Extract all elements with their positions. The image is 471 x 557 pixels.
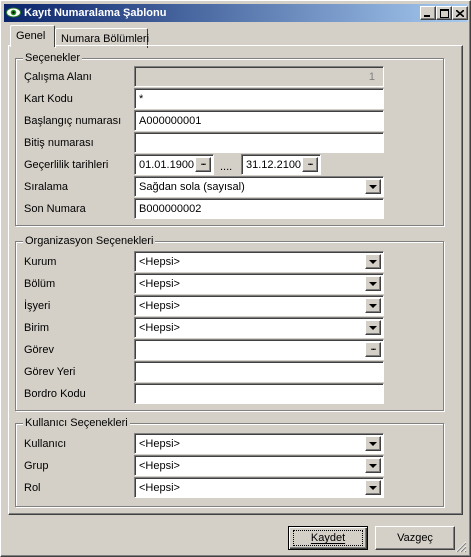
end-date-value: 31.12.2100 [246,159,302,171]
gorev-input[interactable]: ... [134,339,384,360]
birim-select[interactable]: <Hepsi> [134,317,384,338]
chevron-down-icon [369,441,377,446]
resize-grip-icon[interactable] [455,541,467,553]
kullanici-group-title: Kullanıcı Seçenekleri [23,417,130,429]
end-date-picker-button[interactable]: ... [302,157,318,172]
chevron-down-icon [369,259,377,264]
ellipsis-icon: ... [200,157,206,167]
son-numara-input[interactable]: B000000002 [134,198,384,219]
maximize-button[interactable] [436,6,452,20]
calisma-alani-value: 1 [368,71,375,83]
tab-numara-bolumleri-label: Numara Bölümleri [61,33,150,45]
grup-dropdown-button[interactable] [365,458,381,473]
ellipsis-icon: ... [370,342,376,352]
isyeri-dropdown-button[interactable] [365,298,381,313]
start-date-picker-button[interactable]: ... [195,157,211,172]
chevron-down-icon [369,463,377,468]
bolum-value: <Hepsi> [139,278,180,290]
kurum-label: Kurum [24,256,57,268]
birim-value: <Hepsi> [139,322,180,334]
title-bar[interactable]: Kayıt Numaralama Şablonu [4,4,468,22]
gecerlilik-tarihleri-label: Geçerlilik tarihleri [24,159,109,171]
kurum-dropdown-button[interactable] [365,254,381,269]
bolum-label: Bölüm [24,278,56,290]
tab-genel[interactable]: Genel [10,25,55,47]
secenekler-group-title: Seçenekler [23,52,83,64]
eye-icon [6,7,21,18]
kullanici-select[interactable]: <Hepsi> [134,433,384,454]
birim-label: Birim [24,322,50,334]
kurum-value: <Hepsi> [139,256,180,268]
close-button[interactable] [452,6,468,20]
bolum-select[interactable]: <Hepsi> [134,273,384,294]
siralama-dropdown-button[interactable] [365,179,381,194]
siralama-select[interactable]: Sağdan sola (sayısal) [134,176,384,197]
grup-label: Grup [24,460,49,472]
siralama-label: Sıralama [24,181,69,193]
bolum-dropdown-button[interactable] [365,276,381,291]
chevron-down-icon [369,303,377,308]
baslangic-numarasi-label: Başlangıç numarası [24,115,122,127]
gorev-yeri-label: Görev Yeri [24,366,76,378]
minimize-icon [424,14,430,17]
baslangic-numarasi-value: A000000001 [139,115,202,127]
baslangic-numarasi-input[interactable]: A000000001 [134,110,384,131]
isyeri-label: İşyeri [24,300,51,312]
organizasyon-group-title: Organizasyon Seçenekleri [23,235,156,247]
bitis-numarasi-label: Bitiş numarası [24,137,94,149]
save-button[interactable]: Kaydet [288,526,368,550]
tab-genel-label: Genel [16,30,46,42]
grup-value: <Hepsi> [139,460,180,472]
focus-rect [293,530,363,546]
grup-select[interactable]: <Hepsi> [134,455,384,476]
gorev-label: Görev [24,344,54,356]
calisma-alani-field: 1 [134,66,384,87]
cancel-button[interactable]: Vazgeç [375,526,455,550]
kullanici-dropdown-button[interactable] [365,436,381,451]
calisma-alani-label: Çalışma Alanı [24,71,92,83]
dialog-window: Kayıt Numaralama Şablonu Genel Numara Bö… [0,0,471,557]
date-range-separator: .... [220,161,233,173]
chevron-down-icon [369,325,377,330]
start-date-input[interactable]: 01.01.1900 ... [134,154,214,175]
rol-label: Rol [24,482,41,494]
kullanici-label: Kullanıcı [24,438,67,450]
bordro-kodu-input[interactable] [134,383,384,404]
son-numara-value: B000000002 [139,203,202,215]
kart-kodu-label: Kart Kodu [24,93,73,105]
ellipsis-icon: ... [307,157,313,167]
minimize-button[interactable] [420,6,436,20]
isyeri-value: <Hepsi> [139,300,180,312]
son-numara-label: Son Numara [24,203,86,215]
chevron-down-icon [369,184,377,189]
close-icon [456,9,464,17]
gorev-lookup-button[interactable]: ... [365,342,381,357]
kart-kodu-input[interactable]: * [134,88,384,109]
start-date-value: 01.01.1900 [139,159,195,171]
bordro-kodu-label: Bordro Kodu [24,388,86,400]
rol-select[interactable]: <Hepsi> [134,477,384,498]
maximize-icon [439,8,449,18]
cancel-button-label: Vazgeç [397,532,433,544]
bitis-numarasi-input[interactable] [134,132,384,153]
rol-dropdown-button[interactable] [365,480,381,495]
kart-kodu-value: * [139,93,144,105]
window-title: Kayıt Numaralama Şablonu [24,7,167,19]
kullanici-value: <Hepsi> [139,438,180,450]
siralama-value: Sağdan sola (sayısal) [139,181,245,193]
isyeri-select[interactable]: <Hepsi> [134,295,384,316]
chevron-down-icon [369,485,377,490]
end-date-input[interactable]: 31.12.2100 ... [241,154,321,175]
rol-value: <Hepsi> [139,482,180,494]
kurum-select[interactable]: <Hepsi> [134,251,384,272]
chevron-down-icon [369,281,377,286]
gorev-yeri-input[interactable] [134,361,384,382]
birim-dropdown-button[interactable] [365,320,381,335]
